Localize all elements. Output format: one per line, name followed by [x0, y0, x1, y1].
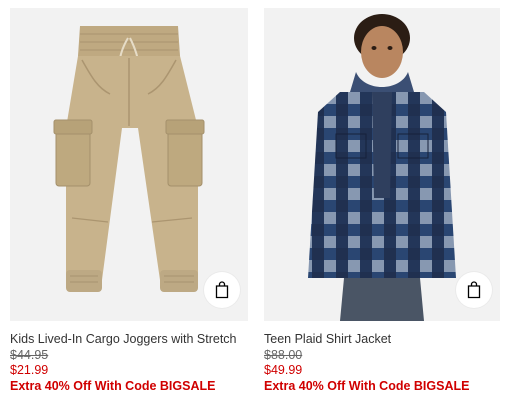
original-price: $88.00 — [264, 348, 303, 362]
product-info: Kids Lived-In Cargo Joggers with Stretch… — [10, 321, 248, 394]
product-image[interactable] — [264, 8, 500, 321]
sale-price: $21.99 — [10, 363, 49, 377]
product-info: Teen Plaid Shirt Jacket $88.00 $49.99 Ex… — [264, 321, 500, 394]
shopping-bag-icon — [467, 281, 481, 299]
product-card[interactable]: Teen Plaid Shirt Jacket $88.00 $49.99 Ex… — [264, 8, 500, 394]
product-card[interactable]: Kids Lived-In Cargo Joggers with Stretch… — [10, 8, 248, 394]
promo-text: Extra 40% Off With Code BIGSALE — [264, 379, 470, 393]
add-to-bag-button[interactable] — [456, 272, 492, 308]
product-name[interactable]: Teen Plaid Shirt Jacket — [264, 331, 500, 347]
add-to-bag-button[interactable] — [204, 272, 240, 308]
original-price: $44.95 — [10, 348, 49, 362]
promo-text: Extra 40% Off With Code BIGSALE — [10, 379, 216, 393]
product-grid: Kids Lived-In Cargo Joggers with Stretch… — [10, 8, 500, 394]
shopping-bag-icon — [215, 281, 229, 299]
product-name[interactable]: Kids Lived-In Cargo Joggers with Stretch — [10, 331, 248, 347]
sale-price: $49.99 — [264, 363, 303, 377]
product-image[interactable] — [10, 8, 248, 321]
